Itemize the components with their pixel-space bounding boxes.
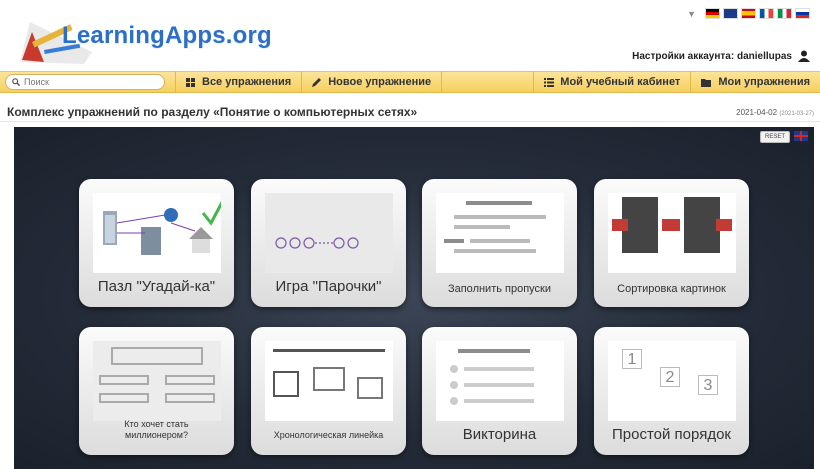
millionaire-icon	[93, 341, 221, 421]
date-small: (2021-03-27)	[779, 111, 814, 117]
uk-flag-icon[interactable]	[794, 131, 808, 141]
all-exercises-label: Все упражнения	[202, 76, 292, 88]
tile-puzzle[interactable]: Пазл "Угадай-ка"	[79, 179, 234, 307]
tile-timeline[interactable]: Хронологическая линейка	[251, 327, 406, 455]
pencil-icon	[312, 78, 322, 87]
grid-icon	[186, 77, 195, 87]
language-flags: ▼	[687, 8, 810, 19]
date-main: 2021-04-02	[736, 108, 778, 117]
flag-es-icon[interactable]	[741, 8, 756, 19]
tile-simple-order-label: Простой порядок	[612, 426, 731, 443]
search-icon	[12, 78, 20, 86]
flag-it-icon[interactable]	[777, 8, 792, 19]
tile-simple-order[interactable]: 1 2 3 Простой порядок	[594, 327, 749, 455]
tile-fill-gaps[interactable]: Заполнить пропуски	[422, 179, 577, 307]
sort-pictures-icon	[608, 193, 736, 273]
tile-timeline-label: Хронологическая линейка	[273, 430, 384, 440]
tile-pairs[interactable]: Игра "Парочки"	[251, 179, 406, 307]
quiz-icon	[436, 341, 564, 421]
my-cabinet-label: Мой учебный кабинет	[560, 76, 681, 88]
title-row: Комплекс упражнений по разделу «Понятие …	[0, 100, 820, 122]
my-exercises-label: Мои упражнения	[718, 76, 810, 88]
search-box[interactable]	[5, 74, 165, 90]
folder-icon	[701, 78, 712, 87]
network-puzzle-icon	[93, 193, 221, 273]
my-cabinet-button[interactable]: Мой учебный кабинет	[533, 71, 692, 93]
search-input[interactable]	[24, 77, 154, 87]
flag-fr-icon[interactable]	[759, 8, 774, 19]
logo-text[interactable]: LearningApps.org	[62, 22, 272, 50]
timeline-icon	[265, 341, 393, 421]
new-exercise-button[interactable]: Новое упражнение	[302, 71, 443, 93]
page-title: Комплекс упражнений по разделу «Понятие …	[7, 105, 418, 119]
tile-sort-pictures[interactable]: Сортировка картинок	[594, 179, 749, 307]
main-toolbar: Все упражнения Новое упражнение Мой учеб…	[0, 71, 820, 93]
list-icon	[544, 77, 555, 87]
flag-de-icon[interactable]	[705, 8, 720, 19]
account-label[interactable]: Настройки аккаунта: daniellupas	[632, 51, 792, 62]
text-lines-icon	[436, 193, 564, 273]
tile-quiz-label: Викторина	[462, 426, 537, 443]
user-icon[interactable]	[798, 50, 810, 62]
tile-fill-gaps-label: Заполнить пропуски	[447, 283, 552, 295]
dropdown-arrow-icon[interactable]: ▼	[687, 9, 696, 19]
new-exercise-label: Новое упражнение	[328, 76, 432, 88]
order-icon: 1 2 3	[608, 341, 736, 421]
tile-puzzle-label: Пазл "Угадай-ка"	[97, 278, 216, 295]
app-stage: RESET Пазл "Угадай-ка" Игра "Парочки" За…	[14, 127, 814, 469]
tile-millionaire-label: Кто хочет стать миллионером?	[124, 419, 189, 440]
tile-pairs-label: Игра "Парочки"	[275, 278, 382, 295]
reset-button[interactable]: RESET	[759, 131, 790, 143]
tile-quiz[interactable]: Викторина	[422, 327, 577, 455]
my-exercises-button[interactable]: Мои упражнения	[691, 71, 820, 93]
flag-uk-icon[interactable]	[723, 8, 738, 19]
tile-millionaire[interactable]: Кто хочет стать миллионером?	[79, 327, 234, 455]
account-settings[interactable]: Настройки аккаунта: daniellupas	[632, 50, 810, 62]
date-stamp: 2021-04-02 (2021-03-27)	[736, 108, 814, 117]
tile-sort-pictures-label: Сортировка картинок	[617, 283, 726, 295]
header: LearningApps.org ▼ Настройки аккаунта: d…	[0, 0, 820, 70]
pairs-icon	[265, 193, 393, 273]
all-exercises-button[interactable]: Все упражнения	[175, 71, 303, 93]
flag-ru-icon[interactable]	[795, 8, 810, 19]
